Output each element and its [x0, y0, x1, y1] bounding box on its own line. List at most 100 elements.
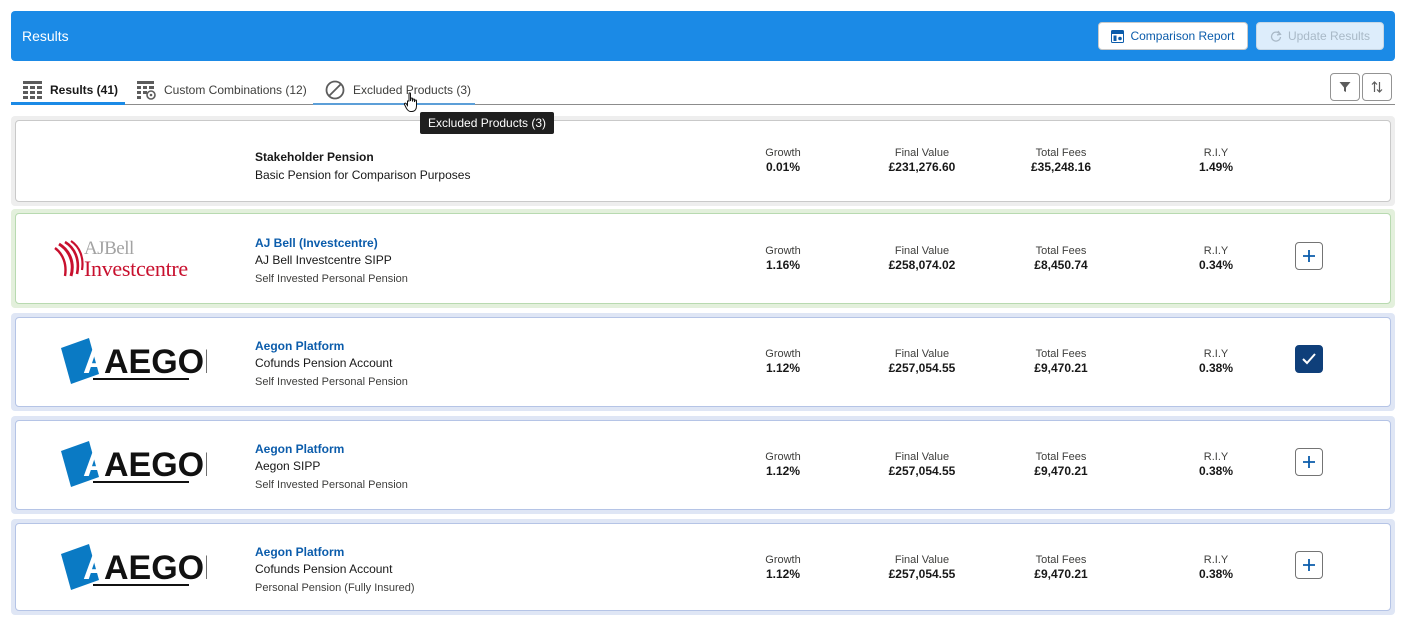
total-fees-value: £9,470.21: [1034, 361, 1088, 375]
riy-stat: R.I.Y 0.38%: [1156, 451, 1276, 478]
result-card-body: AJBell Investcentre AJ Bell (Investcentr…: [15, 213, 1391, 304]
result-card: Stakeholder Pension Basic Pension for Co…: [11, 116, 1395, 206]
comparison-report-button[interactable]: Comparison Report: [1098, 22, 1248, 50]
growth-value: 1.12%: [765, 567, 801, 581]
riy-value: 1.49%: [1198, 160, 1234, 174]
tab-excluded-hover-indicator: [313, 103, 475, 105]
aegon-logo-text: AEGON: [104, 343, 207, 381]
growth-value: 1.12%: [765, 361, 801, 375]
result-card-body: A AEGON Aegon Platform Aegon SIPP Self I…: [15, 420, 1391, 510]
product-name: AJ Bell Investcentre SIPP: [255, 253, 392, 267]
result-card: A AEGON Aegon Platform Cofunds Pension A…: [11, 519, 1395, 615]
riy-label: R.I.Y: [1203, 245, 1229, 257]
final-value-value: £257,054.55: [888, 464, 956, 478]
tab-excluded-products[interactable]: Excluded Products (3): [325, 76, 471, 104]
final-value-stat: Final Value £257,054.55: [862, 554, 982, 581]
aegon-logo: A AEGON: [57, 542, 229, 599]
provider-name: Stakeholder Pension: [255, 150, 374, 164]
aegon-logo-text: AEGON: [104, 446, 207, 484]
plus-icon: [1303, 456, 1315, 468]
total-fees-stat: Total Fees £35,248.16: [1001, 147, 1121, 174]
product-type: Self Invested Personal Pension: [255, 479, 408, 491]
final-value-label: Final Value: [894, 554, 950, 566]
aegon-logo-text: AEGON: [104, 549, 207, 587]
final-value-value: £258,074.02: [888, 258, 956, 272]
provider-name[interactable]: Aegon Platform: [255, 339, 344, 353]
tab-custom-combinations-label: Custom Combinations (12): [164, 83, 307, 97]
riy-label: R.I.Y: [1203, 147, 1229, 159]
total-fees-label: Total Fees: [1035, 348, 1087, 360]
growth-value: 1.16%: [765, 258, 801, 272]
final-value-value: £257,054.55: [888, 567, 956, 581]
growth-label: Growth: [765, 245, 801, 257]
sort-button[interactable]: [1362, 73, 1392, 101]
total-fees-label: Total Fees: [1035, 147, 1087, 159]
growth-stat: Growth 1.12%: [723, 554, 843, 581]
result-card: AJBell Investcentre AJ Bell (Investcentr…: [11, 209, 1395, 308]
riy-stat: R.I.Y 1.49%: [1156, 147, 1276, 174]
riy-value: 0.34%: [1198, 258, 1234, 272]
ajbell-logo: AJBell Investcentre: [53, 236, 213, 281]
plus-icon: [1303, 559, 1315, 571]
provider-name[interactable]: Aegon Platform: [255, 545, 344, 559]
riy-label: R.I.Y: [1203, 451, 1229, 463]
add-to-comparison-button[interactable]: [1295, 448, 1323, 476]
riy-value: 0.38%: [1198, 464, 1234, 478]
block-icon: [325, 80, 345, 100]
product-name: Aegon SIPP: [255, 459, 321, 473]
growth-stat: Growth 1.12%: [723, 348, 843, 375]
growth-label: Growth: [765, 348, 801, 360]
table-settings-icon: [137, 80, 156, 100]
add-to-comparison-button[interactable]: [1295, 242, 1323, 270]
total-fees-value: £9,470.21: [1034, 567, 1088, 581]
tab-results-label: Results (41): [50, 83, 119, 97]
result-card-body: A AEGON Aegon Platform Cofunds Pension A…: [15, 523, 1391, 611]
tab-results-indicator: [11, 102, 125, 105]
final-value-stat: Final Value £231,276.60: [862, 147, 982, 174]
filter-button[interactable]: [1330, 73, 1360, 101]
final-value-label: Final Value: [894, 245, 950, 257]
refresh-icon: [1270, 30, 1282, 42]
total-fees-stat: Total Fees £8,450.74: [1001, 245, 1121, 272]
page-title: Results: [22, 28, 69, 44]
growth-label: Growth: [765, 451, 801, 463]
product-name: Cofunds Pension Account: [255, 356, 393, 370]
result-card-body: Stakeholder Pension Basic Pension for Co…: [15, 120, 1391, 202]
riy-stat: R.I.Y 0.38%: [1156, 348, 1276, 375]
final-value-value: £231,276.60: [888, 160, 956, 174]
final-value-value: £257,054.55: [888, 361, 956, 375]
result-card: A AEGON Aegon Platform Cofunds Pension A…: [11, 313, 1395, 411]
product-name: Basic Pension for Comparison Purposes: [255, 168, 471, 182]
hand-cursor-icon: [403, 92, 417, 112]
provider-name[interactable]: Aegon Platform: [255, 442, 344, 456]
total-fees-stat: Total Fees £9,470.21: [1001, 451, 1121, 478]
product-type: Personal Pension (Fully Insured): [255, 582, 415, 594]
aegon-logo-mark: A AEGON: [61, 338, 229, 384]
riy-value: 0.38%: [1198, 567, 1234, 581]
total-fees-label: Total Fees: [1035, 245, 1087, 257]
aegon-logo: A AEGON: [57, 336, 229, 393]
riy-label: R.I.Y: [1203, 348, 1229, 360]
add-to-comparison-button[interactable]: [1295, 551, 1323, 579]
result-card-body: A AEGON Aegon Platform Cofunds Pension A…: [15, 317, 1391, 407]
plus-icon: [1303, 250, 1315, 262]
total-fees-value: £8,450.74: [1034, 258, 1088, 272]
final-value-stat: Final Value £257,054.55: [862, 348, 982, 375]
investcentre-logo-text: Investcentre: [84, 256, 188, 281]
total-fees-label: Total Fees: [1035, 554, 1087, 566]
total-fees-label: Total Fees: [1035, 451, 1087, 463]
selected-checkbox[interactable]: [1295, 345, 1323, 373]
update-results-button[interactable]: Update Results: [1256, 22, 1384, 50]
final-value-label: Final Value: [894, 147, 950, 159]
final-value-label: Final Value: [894, 451, 950, 463]
final-value-stat: Final Value £258,074.02: [862, 245, 982, 272]
aegon-logo-mark: A AEGON: [61, 544, 229, 590]
total-fees-value: £9,470.21: [1034, 464, 1088, 478]
tab-custom-combinations[interactable]: Custom Combinations (12): [137, 76, 307, 104]
check-icon: [1302, 353, 1316, 365]
aegon-logo-mark: A AEGON: [61, 441, 229, 487]
tab-results[interactable]: Results (41): [23, 76, 118, 104]
product-type: Self Invested Personal Pension: [255, 376, 408, 388]
provider-name[interactable]: AJ Bell (Investcentre): [255, 236, 378, 250]
aegon-logo: A AEGON: [57, 439, 229, 496]
